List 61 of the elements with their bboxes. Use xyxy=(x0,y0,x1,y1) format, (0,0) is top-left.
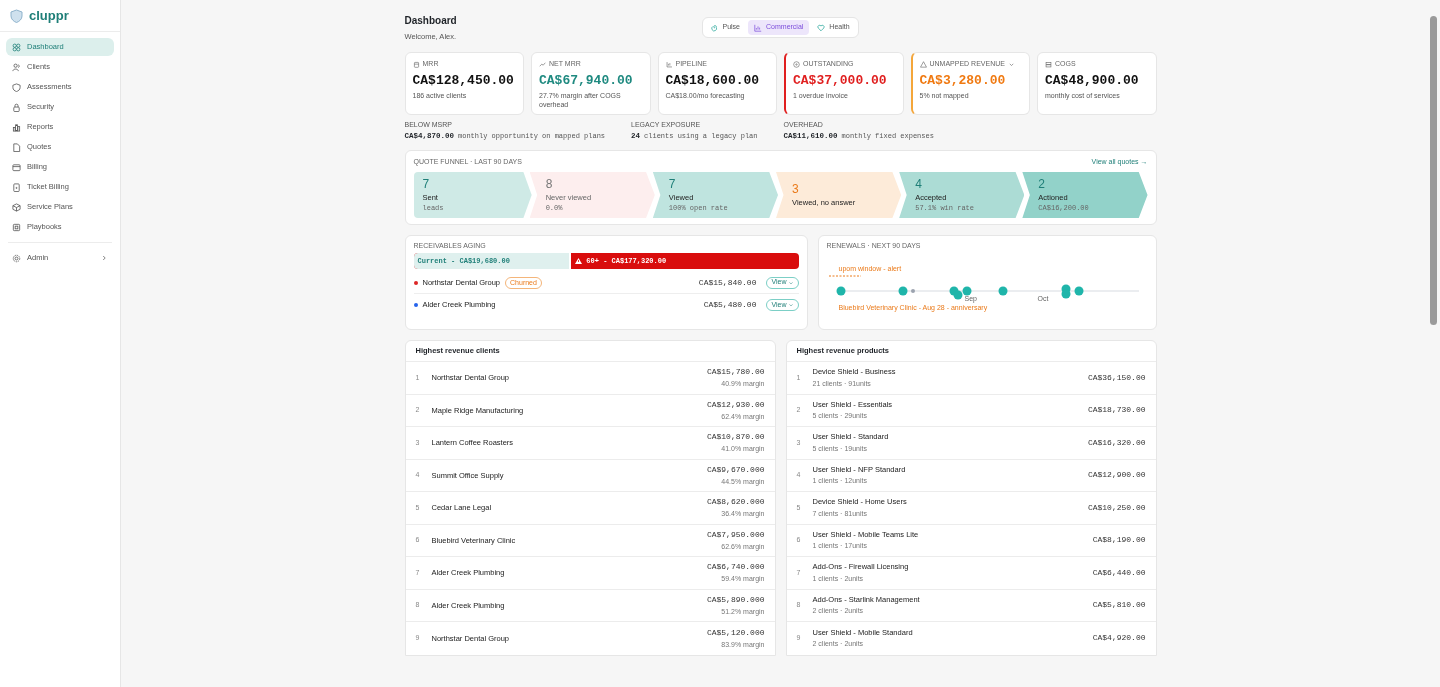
revenue-amount: CA$15,780.00 xyxy=(706,366,765,378)
trend-icon xyxy=(539,60,546,68)
revenue-amount: CA$6,440.00 xyxy=(1092,566,1146,579)
chevron-right-icon xyxy=(100,254,108,262)
revenue-amount: CA$10,250.00 xyxy=(1087,501,1146,514)
grid-icon xyxy=(12,42,21,52)
amount: CA$5,480.00 xyxy=(703,299,757,311)
stage-count: 3 xyxy=(792,181,800,196)
bar-chart-icon xyxy=(665,60,673,68)
page-title: Dashboard xyxy=(404,14,457,28)
bar-chart-icon xyxy=(754,23,762,32)
brand-name: cluppr xyxy=(29,6,69,25)
kpi-value: CA$18,600.00 xyxy=(665,72,761,89)
stage-count: 2 xyxy=(1038,176,1047,191)
warning-icon xyxy=(919,60,927,68)
revenue-amount: CA$16,320.00 xyxy=(1087,436,1146,449)
lock-icon xyxy=(12,102,21,112)
revenue-amount: CA$9,670.000 xyxy=(706,463,765,476)
revenue-amount: CA$36,150.00 xyxy=(1087,371,1146,384)
chevron-down-icon xyxy=(787,302,794,308)
shield-logo-icon xyxy=(10,8,23,23)
revenue-amount: CA$5,810.00 xyxy=(1092,599,1146,612)
revenue-amount: CA$8,620.000 xyxy=(706,496,765,508)
stage-count: 4 xyxy=(915,176,923,191)
revenue-amount: CA$10,870.00 xyxy=(706,431,765,443)
box-icon xyxy=(12,202,21,212)
amount: CA$15,840.00 xyxy=(698,276,757,289)
kpi-value: CA$37,000.00 xyxy=(793,72,888,89)
warning-icon xyxy=(575,258,583,264)
heart-icon xyxy=(817,23,826,32)
kpi-value: CA$128,450.00 xyxy=(412,72,515,89)
bar-chart-icon xyxy=(12,122,21,132)
chevron-down-icon xyxy=(787,279,794,286)
stage-count: 8 xyxy=(545,176,554,191)
revenue-amount: CA$5,120.000 xyxy=(706,626,765,639)
book-icon xyxy=(12,222,21,232)
revenue-amount: CA$6,740.000 xyxy=(706,561,765,573)
alert-window-line xyxy=(828,275,861,277)
revenue-amount: CA$5,890.000 xyxy=(706,593,765,606)
stage-count: 7 xyxy=(668,176,677,191)
clock-icon xyxy=(793,60,800,68)
kpi-value: CA$48,900.00 xyxy=(1045,72,1140,89)
revenue-amount: CA$18,730.00 xyxy=(1087,404,1146,417)
revenue-amount: CA$8,190.00 xyxy=(1092,534,1146,547)
scrollbar[interactable] xyxy=(1430,16,1437,325)
shield-icon xyxy=(12,82,21,92)
revenue-amount: CA$12,900.00 xyxy=(1087,469,1146,482)
kpi-value: CA$3,280.00 xyxy=(919,72,1007,89)
document-icon xyxy=(12,142,21,152)
kpi-value: CA$67,940.00 xyxy=(539,72,634,89)
card-icon xyxy=(12,162,21,172)
gear-icon xyxy=(12,253,21,263)
spiral-icon xyxy=(710,23,719,32)
revenue-amount: CA$7,950.000 xyxy=(706,528,765,541)
ticket-icon xyxy=(12,182,21,192)
revenue-amount: CA$4,920.00 xyxy=(1092,632,1146,645)
stage-count: 7 xyxy=(422,176,431,191)
revenue-amount: CA$12,930.00 xyxy=(706,398,765,411)
building-icon xyxy=(412,60,420,68)
stack-icon xyxy=(1045,60,1052,68)
users-icon xyxy=(12,62,21,72)
